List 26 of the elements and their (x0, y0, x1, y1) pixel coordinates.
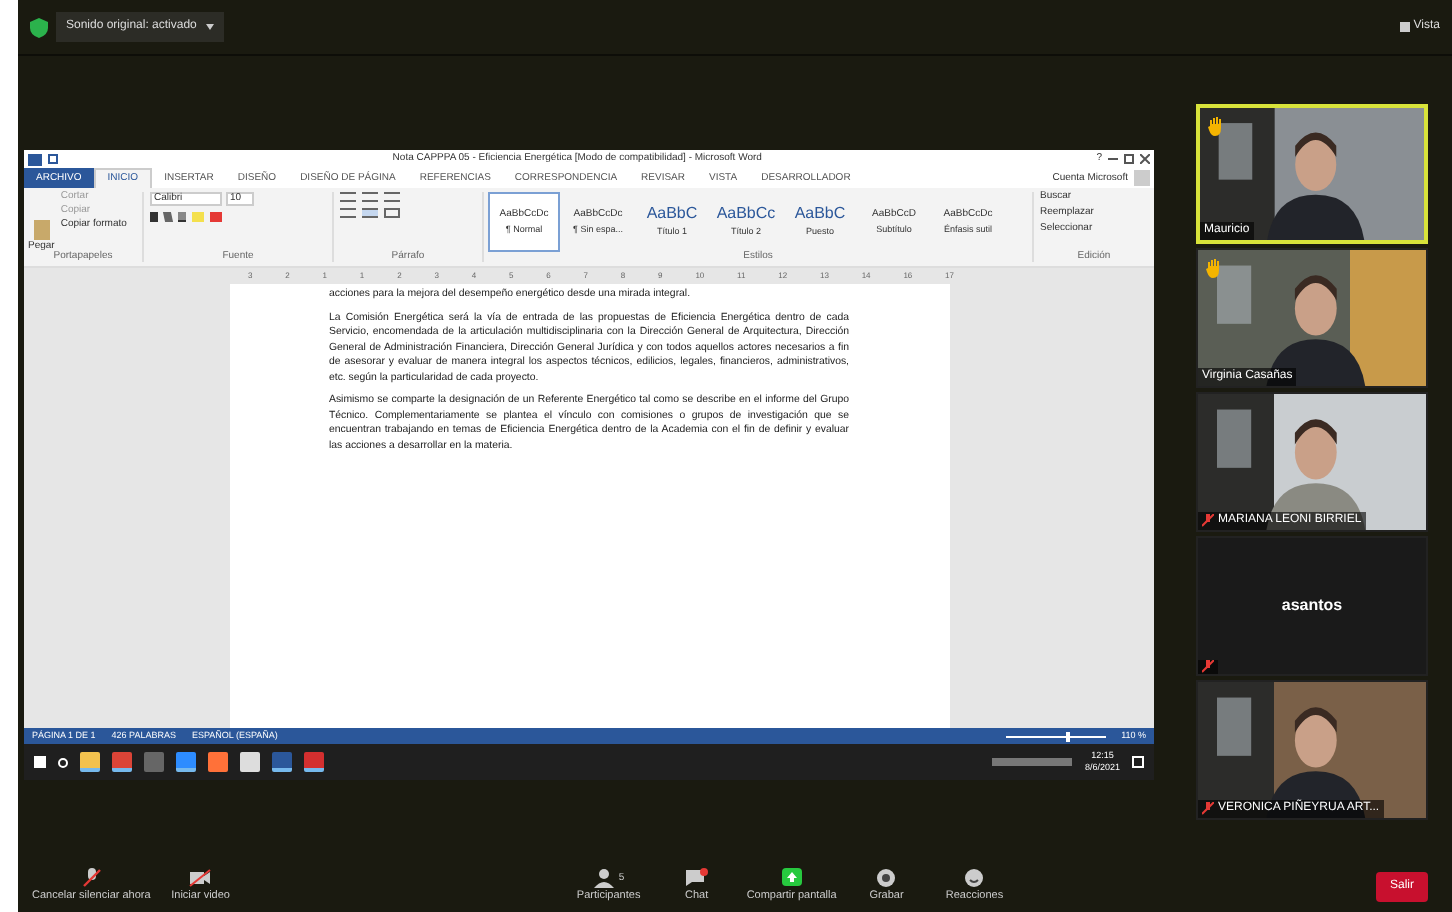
indent-icon (384, 192, 400, 202)
muted-mic-icon (79, 868, 104, 888)
maximize-icon[interactable] (1124, 154, 1134, 164)
video-off-icon (188, 868, 213, 888)
shading-icon (384, 208, 400, 218)
notification-icon[interactable] (1132, 756, 1144, 768)
record-icon (874, 868, 899, 888)
align-icon (340, 208, 356, 218)
chat-icon (684, 868, 709, 888)
close-icon[interactable] (1140, 154, 1150, 164)
caret-icon (206, 24, 215, 30)
participants-icon (592, 868, 617, 888)
shield-icon (30, 17, 48, 37)
participant-name: asantos (1281, 594, 1343, 618)
slider-thumb[interactable] (1065, 731, 1070, 741)
search-icon[interactable] (58, 757, 68, 767)
grid-icon (1399, 22, 1410, 32)
save-icon (48, 154, 58, 164)
font-color-icon (210, 212, 222, 222)
justify-icon (362, 208, 378, 218)
share-screen-icon (779, 868, 804, 888)
clipboard-icon (33, 220, 50, 240)
numbering-icon (362, 192, 378, 202)
highlight-icon (192, 212, 204, 222)
bullets-icon (340, 192, 356, 202)
reaction-icon (962, 868, 987, 888)
